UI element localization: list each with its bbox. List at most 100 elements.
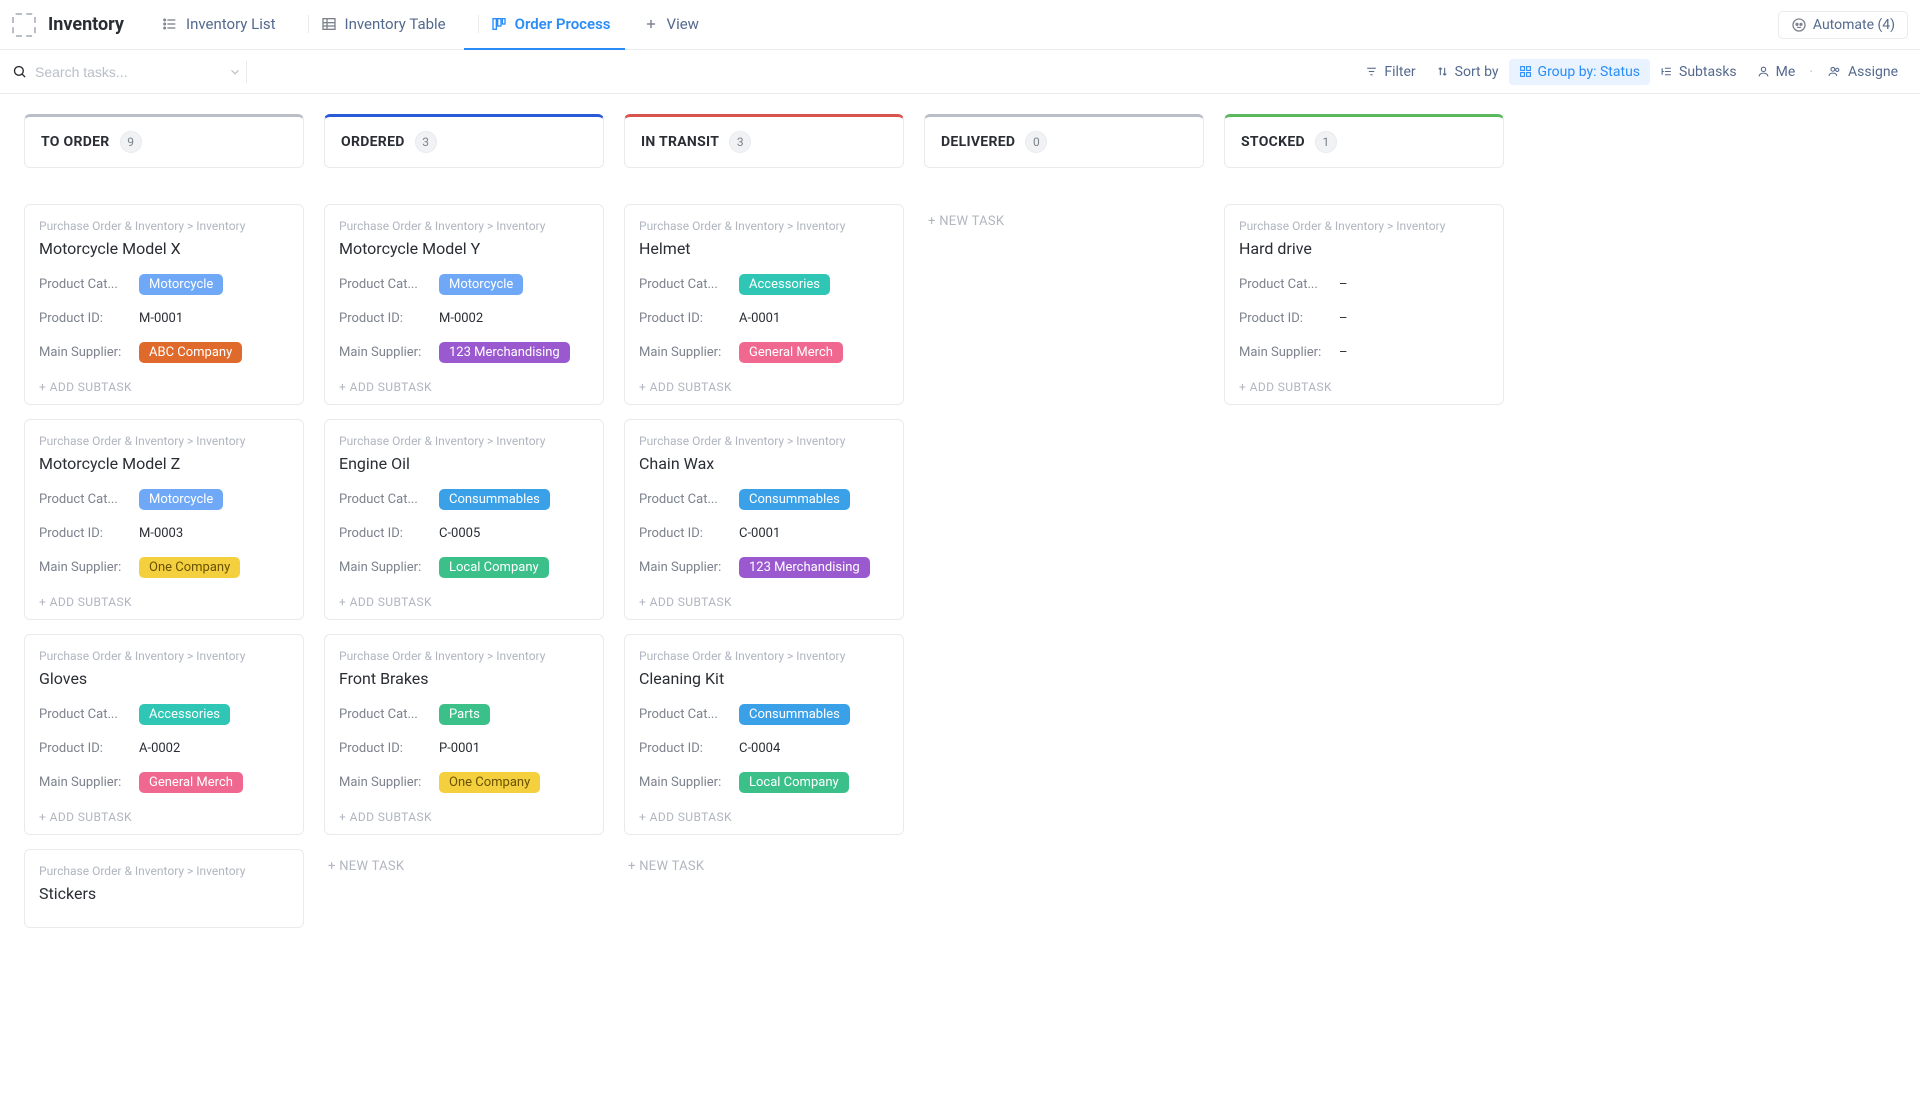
- category-pill[interactable]: Accessories: [139, 704, 230, 725]
- breadcrumb: Purchase Order & Inventory > Inventory: [39, 649, 289, 663]
- card-title: Motorcycle Model Y: [339, 239, 589, 258]
- category-pill[interactable]: Motorcycle: [439, 274, 523, 295]
- task-card[interactable]: Purchase Order & Inventory > InventoryHa…: [1224, 204, 1504, 405]
- filter-icon: [1365, 65, 1378, 78]
- field-product-id: Product ID:M-0002: [339, 306, 589, 330]
- task-card[interactable]: Purchase Order & Inventory > InventoryEn…: [324, 419, 604, 620]
- empty-value: –: [1339, 277, 1348, 292]
- task-card[interactable]: Purchase Order & Inventory > InventoryMo…: [324, 204, 604, 405]
- add-subtask-button[interactable]: + ADD SUBTASK: [39, 374, 289, 394]
- category-pill[interactable]: Consummables: [739, 704, 850, 725]
- new-task-button[interactable]: + NEW TASK: [924, 204, 1204, 239]
- add-subtask-button[interactable]: + ADD SUBTASK: [39, 804, 289, 824]
- empty-value: –: [1339, 311, 1348, 326]
- search-chevron-icon[interactable]: [228, 65, 242, 79]
- field-product-id: Product ID:M-0003: [39, 521, 289, 545]
- task-card[interactable]: Purchase Order & Inventory > InventorySt…: [24, 849, 304, 928]
- category-pill[interactable]: Consummables: [439, 489, 550, 510]
- task-card[interactable]: Purchase Order & Inventory > Inventory He…: [624, 204, 904, 405]
- list-icon: [162, 16, 178, 32]
- supplier-pill[interactable]: One Company: [439, 772, 540, 793]
- new-task-button[interactable]: + NEW TASK: [624, 849, 904, 884]
- tab-view[interactable]: View: [629, 0, 713, 50]
- column-count: 1: [1315, 131, 1337, 153]
- task-card[interactable]: Purchase Order & Inventory > InventoryCl…: [624, 634, 904, 835]
- column-header[interactable]: IN TRANSIT3: [624, 114, 904, 168]
- me-button[interactable]: Me: [1747, 59, 1806, 85]
- column-count: 0: [1025, 131, 1047, 153]
- group-button[interactable]: Group by: Status: [1509, 59, 1650, 85]
- product-id-value: M-0003: [139, 526, 183, 541]
- toolbar-separator: [246, 61, 247, 83]
- field-supplier: Main Supplier:Local Company: [339, 555, 589, 579]
- sort-icon: [1436, 65, 1449, 78]
- category-pill[interactable]: Parts: [439, 704, 490, 725]
- add-subtask-button[interactable]: + ADD SUBTASK: [339, 804, 589, 824]
- field-supplier: Main Supplier:General Merch: [39, 770, 289, 794]
- add-subtask-button[interactable]: + ADD SUBTASK: [339, 374, 589, 394]
- person-icon: [1757, 65, 1770, 78]
- column-ordered: ORDERED3 Purchase Order & Inventory > Inv…: [324, 114, 604, 884]
- column-count: 3: [415, 131, 437, 153]
- category-pill[interactable]: Accessories: [739, 274, 830, 295]
- card-title: Helmet: [639, 239, 889, 258]
- field-product-id: Product ID:C-0004: [639, 736, 889, 760]
- assignees-button[interactable]: Assigne: [1817, 59, 1908, 85]
- add-subtask-button[interactable]: + ADD SUBTASK: [639, 804, 889, 824]
- automate-button[interactable]: Automate (4): [1778, 11, 1908, 39]
- product-id-value: C-0004: [739, 741, 780, 756]
- add-subtask-button[interactable]: + ADD SUBTASK: [639, 374, 889, 394]
- add-subtask-button[interactable]: + ADD SUBTASK: [39, 589, 289, 609]
- supplier-pill[interactable]: 123 Merchandising: [439, 342, 570, 363]
- column-header[interactable]: STOCKED1: [1224, 114, 1504, 168]
- task-card[interactable]: Purchase Order & Inventory > InventoryCh…: [624, 419, 904, 620]
- category-pill[interactable]: Motorcycle: [139, 274, 223, 295]
- supplier-pill[interactable]: General Merch: [739, 342, 843, 363]
- new-task-button[interactable]: + NEW TASK: [324, 849, 604, 884]
- subtasks-button[interactable]: Subtasks: [1650, 59, 1747, 85]
- search-wrap: [12, 64, 232, 80]
- supplier-pill[interactable]: General Merch: [139, 772, 243, 793]
- task-card[interactable]: Purchase Order & Inventory > InventoryMo…: [24, 419, 304, 620]
- field-product-id: Product ID:A-0002: [39, 736, 289, 760]
- breadcrumb: Purchase Order & Inventory > Inventory: [639, 219, 889, 233]
- add-subtask-button[interactable]: + ADD SUBTASK: [339, 589, 589, 609]
- field-product-id: Product ID:C-0001: [639, 521, 889, 545]
- breadcrumb: Purchase Order & Inventory > Inventory: [639, 649, 889, 663]
- task-card[interactable]: Purchase Order & Inventory > InventoryGl…: [24, 634, 304, 835]
- supplier-pill[interactable]: ABC Company: [139, 342, 242, 363]
- field-category: Product Cat...Motorcycle: [39, 487, 289, 511]
- table-icon: [321, 16, 337, 32]
- add-subtask-button[interactable]: + ADD SUBTASK: [1239, 374, 1489, 394]
- sort-button[interactable]: Sort by: [1426, 59, 1509, 85]
- workspace-icon[interactable]: [12, 13, 36, 37]
- tab-inventory-list[interactable]: Inventory List: [148, 0, 290, 50]
- board-icon: [491, 16, 507, 32]
- column-header[interactable]: DELIVERED0: [924, 114, 1204, 168]
- supplier-pill[interactable]: One Company: [139, 557, 240, 578]
- supplier-pill[interactable]: 123 Merchandising: [739, 557, 870, 578]
- category-pill[interactable]: Consummables: [739, 489, 850, 510]
- task-card[interactable]: Purchase Order & Inventory > InventoryMo…: [24, 204, 304, 405]
- supplier-pill[interactable]: Local Company: [439, 557, 549, 578]
- tab-order-process[interactable]: Order Process: [464, 0, 625, 50]
- field-category: Product Cat...Consummables: [339, 487, 589, 511]
- column-header[interactable]: TO ORDER9: [24, 114, 304, 168]
- robot-icon: [1791, 17, 1807, 33]
- breadcrumb: Purchase Order & Inventory > Inventory: [1239, 219, 1489, 233]
- field-category: Product Cat...–: [1239, 272, 1489, 296]
- column-name: IN TRANSIT: [641, 134, 719, 150]
- add-subtask-button[interactable]: + ADD SUBTASK: [639, 589, 889, 609]
- column-to-order: TO ORDER9 Purchase Order & Inventory > In…: [24, 114, 304, 942]
- field-supplier: Main Supplier:–: [1239, 340, 1489, 364]
- product-id-value: P-0001: [439, 741, 480, 756]
- category-pill[interactable]: Motorcycle: [139, 489, 223, 510]
- card-title: Engine Oil: [339, 454, 589, 473]
- search-input[interactable]: [35, 64, 216, 80]
- tab-label: Order Process: [515, 15, 611, 33]
- supplier-pill[interactable]: Local Company: [739, 772, 849, 793]
- tab-inventory-table[interactable]: Inventory Table: [294, 0, 460, 50]
- task-card[interactable]: Purchase Order & Inventory > InventoryFr…: [324, 634, 604, 835]
- column-header[interactable]: ORDERED3: [324, 114, 604, 168]
- filter-button[interactable]: Filter: [1355, 59, 1425, 85]
